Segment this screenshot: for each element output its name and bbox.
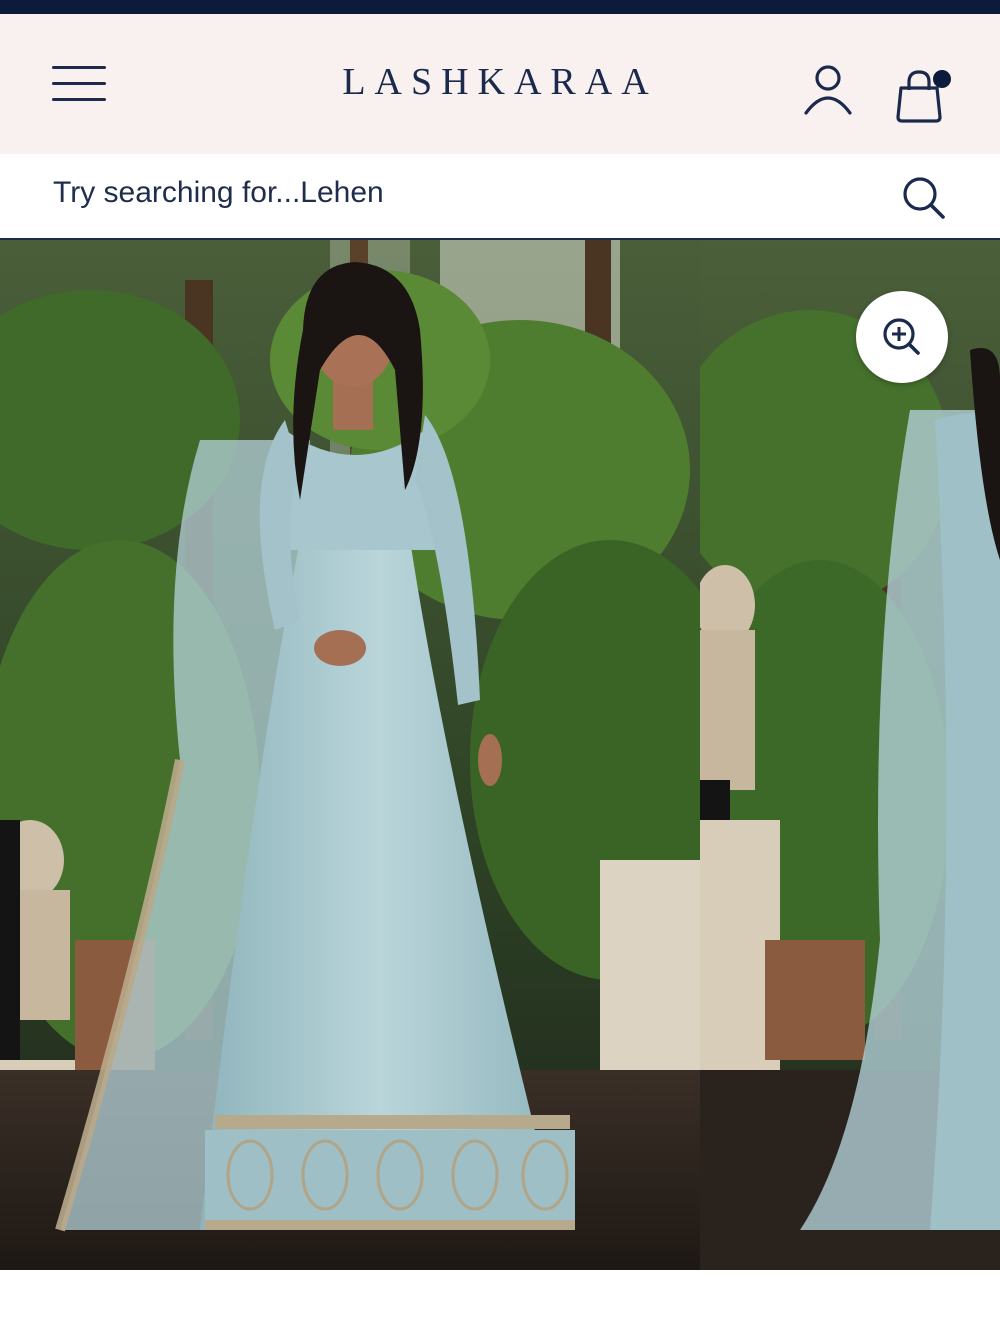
zoom-button[interactable] xyxy=(856,291,948,383)
account-button[interactable] xyxy=(800,61,856,117)
cart-button[interactable] xyxy=(893,64,955,126)
search-icon xyxy=(903,177,945,219)
shopping-bag-icon xyxy=(896,70,951,123)
product-image-gallery[interactable] xyxy=(0,240,1000,1270)
hamburger-menu-icon xyxy=(52,66,106,69)
menu-button[interactable] xyxy=(50,64,110,104)
zoom-in-icon xyxy=(883,318,920,355)
cart-badge-dot xyxy=(933,70,951,88)
search-bar[interactable]: Try searching for...Lehen xyxy=(0,154,1000,240)
search-button[interactable] xyxy=(898,172,950,224)
brand-logo[interactable]: LASHKARAA xyxy=(300,60,700,104)
search-input[interactable]: Try searching for...Lehen xyxy=(53,176,384,210)
user-icon xyxy=(804,65,852,115)
product-image-2[interactable] xyxy=(700,240,1000,1270)
page-below-gallery xyxy=(0,1270,1000,1333)
hamburger-menu-icon-bar xyxy=(52,82,106,85)
top-strip xyxy=(0,0,1000,14)
product-image-1[interactable] xyxy=(0,240,700,1270)
site-header: LASHKARAA xyxy=(0,14,1000,154)
hamburger-menu-icon-bar xyxy=(52,98,106,101)
